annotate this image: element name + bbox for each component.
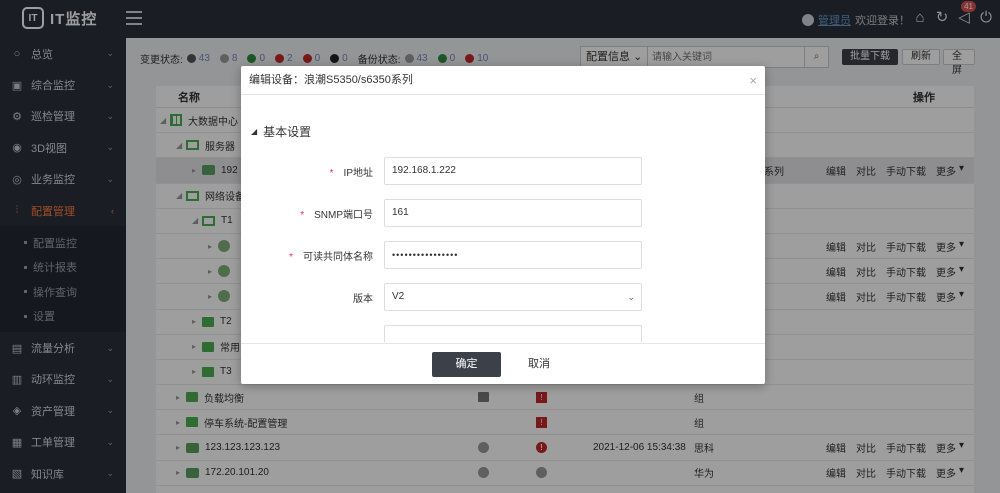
edit-device-dialog: 编辑设备：浪潮S5350/s6350系列 × ◢ 基本设置 * IP地址 192.… xyxy=(241,66,765,384)
ip-label: * IP地址 xyxy=(330,164,373,179)
form-row-version: 版本 V2 ⌄ xyxy=(241,283,765,311)
community-label-text: 可读共同体名称 xyxy=(303,252,373,263)
snmp-label: * SNMP端口号 xyxy=(300,206,373,221)
version-label: 版本 xyxy=(353,294,373,305)
form-row-ip: * IP地址 192.168.1.222 xyxy=(241,157,765,185)
dialog-title: 编辑设备：浪潮S5350/s6350系列 xyxy=(249,74,413,86)
version-select-value: V2 xyxy=(392,291,405,302)
version-select[interactable]: V2 ⌄ xyxy=(384,283,642,311)
cancel-button[interactable]: 取消 xyxy=(519,352,559,377)
section-title: 基本设置 xyxy=(263,125,312,139)
ip-address-input[interactable]: 192.168.1.222 xyxy=(384,157,642,185)
form-row-community: * 可读共同体名称 •••••••••••••••• xyxy=(241,241,765,269)
snmp-port-input[interactable]: 161 xyxy=(384,199,642,227)
dialog-footer: 确定 取消 xyxy=(241,343,765,384)
community-label: * 可读共同体名称 xyxy=(289,248,373,263)
dialog-header: 编辑设备：浪潮S5350/s6350系列 × xyxy=(241,66,765,95)
chevron-down-icon: ⌄ xyxy=(627,292,635,302)
section-basic-settings[interactable]: ◢ 基本设置 xyxy=(251,123,311,140)
required-mark: * xyxy=(289,252,293,263)
next-field-input[interactable] xyxy=(384,325,642,342)
form-row-snmp: * SNMP端口号 161 xyxy=(241,199,765,227)
ip-label-text: IP地址 xyxy=(343,168,373,179)
required-mark: * xyxy=(329,168,334,179)
close-icon[interactable]: × xyxy=(749,66,757,95)
snmp-label-text: SNMP端口号 xyxy=(314,210,373,221)
collapse-triangle-icon: ◢ xyxy=(251,127,258,136)
confirm-button[interactable]: 确定 xyxy=(432,352,501,377)
form-row-next xyxy=(241,325,765,342)
required-mark: * xyxy=(300,210,305,221)
community-password-input[interactable]: •••••••••••••••• xyxy=(384,241,642,269)
